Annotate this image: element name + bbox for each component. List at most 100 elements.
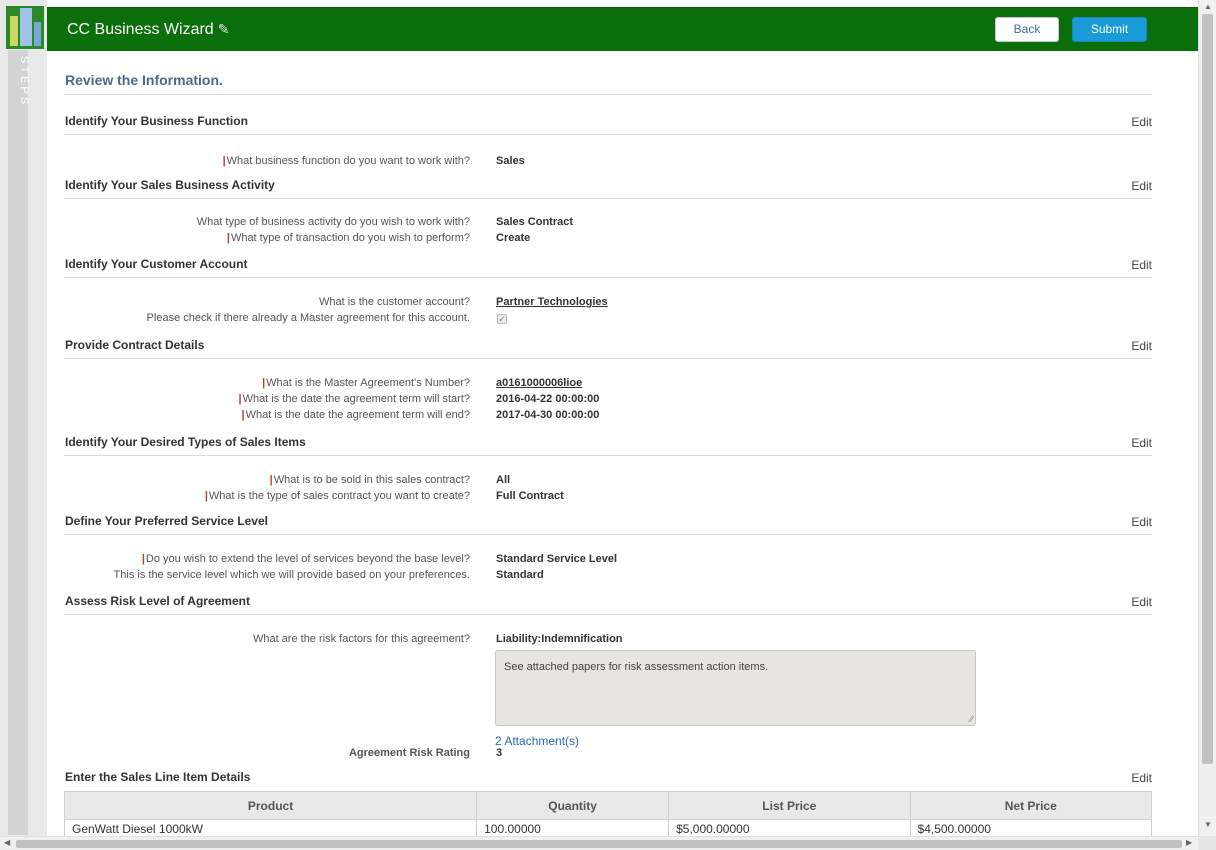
answer-value: Sales (496, 155, 525, 167)
question-label: What are the risk factors for this agree… (252, 633, 470, 645)
scroll-up-icon[interactable]: ▲ (1204, 2, 1212, 11)
answer-value: Standard Service Level (496, 553, 618, 565)
resize-grip-icon[interactable]: ∕∕ (970, 714, 973, 724)
section-sales-activity: Identify Your Sales Business Activity Ed… (64, 178, 1152, 248)
edit-link[interactable]: Edit (1131, 179, 1152, 193)
scrollbar-corner (1198, 836, 1216, 850)
section-title: Identify Your Business Function (65, 114, 248, 128)
answer-value: Liability:Indemnification (496, 633, 623, 645)
question-label: Please check if there already a Master a… (146, 312, 470, 324)
attachments-link[interactable]: 2 Attachment(s) (495, 734, 579, 748)
answer-value: 2017-04-30 00:00:00 (496, 409, 600, 421)
section-sales-items: Identify Your Desired Types of Sales Ite… (64, 435, 1152, 506)
edit-link[interactable]: Edit (1131, 339, 1152, 353)
divider (64, 94, 1152, 95)
review-row: This is the service level which we will … (64, 569, 1152, 585)
column-header: Net Price (909, 791, 1152, 820)
review-row: |What is to be sold in this sales contra… (64, 474, 1152, 490)
table-cell: $5,000.00000 (668, 819, 911, 836)
question-label: What type of business activity do you wi… (196, 216, 470, 228)
column-header: List Price (668, 791, 911, 820)
section-contract-details: Provide Contract Details Edit |What is t… (64, 338, 1152, 425)
question-label: |What is the type of sales contract you … (204, 490, 470, 502)
section-title: Identify Your Sales Business Activity (65, 178, 275, 192)
answer-value: Standard (496, 569, 544, 581)
table-cell: 100.00000 (476, 819, 670, 836)
review-row: What type of business activity do you wi… (64, 216, 1152, 232)
review-row: What is the customer account? Partner Te… (64, 296, 1152, 312)
review-content: Review the Information. Identify Your Bu… (64, 51, 1152, 836)
section-customer-account: Identify Your Customer Account Edit What… (64, 257, 1152, 328)
section-risk-level: Assess Risk Level of Agreement Edit What… (64, 594, 1152, 649)
edit-link[interactable]: Edit (1131, 515, 1152, 529)
review-row: |What type of transaction do you wish to… (64, 232, 1152, 248)
review-row: |What is the date the agreement term wil… (64, 409, 1152, 425)
section-service-level: Define Your Preferred Service Level Edit… (64, 514, 1152, 585)
submit-button[interactable]: Submit (1072, 17, 1147, 42)
edit-link[interactable]: Edit (1131, 595, 1152, 609)
section-title: Enter the Sales Line Item Details (65, 770, 251, 784)
app-title-text: CC Business Wizard (67, 21, 214, 38)
app-logo (6, 6, 44, 49)
edit-link[interactable]: Edit (1131, 258, 1152, 272)
section-line-items: Enter the Sales Line Item Details Edit (64, 770, 1152, 791)
question-label: |What is the date the agreement term wil… (241, 409, 470, 421)
table-cell: GenWatt Diesel 1000kW (64, 819, 478, 836)
pencil-icon[interactable]: ✎ (218, 21, 230, 38)
review-row: |What is the Master Agreement's Number? … (64, 377, 1152, 393)
question-label: What is the customer account? (318, 296, 470, 308)
steps-rail: STEPS (0, 0, 47, 850)
master-agreement-checkbox[interactable]: ✓ (497, 314, 507, 324)
scrollbar-thumb[interactable] (16, 840, 1182, 848)
review-row: |What is the date the agreement term wil… (64, 393, 1152, 409)
answer-value: Sales Contract (496, 216, 574, 228)
horizontal-scrollbar[interactable]: ◀ ▶ (0, 836, 1198, 850)
page-title: Review the Information. (65, 72, 223, 88)
table-header-row: Product Quantity List Price Net Price (64, 791, 1152, 820)
section-title: Define Your Preferred Service Level (65, 514, 268, 528)
question-label: |What is the date the agreement term wil… (238, 393, 470, 405)
scroll-right-icon[interactable]: ▶ (1186, 838, 1192, 847)
steps-tab[interactable] (8, 50, 28, 835)
scroll-left-icon[interactable]: ◀ (4, 838, 10, 847)
header-bar: CC Business Wizard ✎ Back Submit (47, 7, 1198, 51)
steps-label[interactable]: STEPS (6, 56, 30, 107)
risk-notes-text: See attached papers for risk assessment … (504, 661, 769, 673)
section-business-function: Identify Your Business Function Edit |Wh… (64, 114, 1152, 171)
section-title: Identify Your Customer Account (65, 257, 248, 271)
answer-value: Create (496, 232, 531, 244)
vertical-scrollbar[interactable]: ▲ ▼ (1198, 0, 1216, 836)
risk-rating-label: Agreement Risk Rating (348, 747, 470, 759)
master-agreement-link[interactable]: a0161000006lioe (496, 377, 582, 389)
answer-value: Full Contract (496, 490, 564, 502)
question-label: This is the service level which we will … (113, 569, 470, 581)
scrollbar-thumb[interactable] (1202, 14, 1213, 764)
review-row: Please check if there already a Master a… (64, 312, 1152, 328)
section-title: Assess Risk Level of Agreement (65, 594, 250, 608)
section-title: Provide Contract Details (65, 338, 205, 352)
review-row: |Do you wish to extend the level of serv… (64, 553, 1152, 569)
question-label: |What type of transaction do you wish to… (226, 232, 470, 244)
app-title: CC Business Wizard ✎ (67, 21, 229, 39)
line-items-table: Product Quantity List Price Net Price Ge… (64, 791, 1152, 836)
table-cell: $4,500.00000 (909, 819, 1152, 836)
column-header: Quantity (476, 791, 670, 820)
review-row: |What is the type of sales contract you … (64, 490, 1152, 506)
answer-value: 2016-04-22 00:00:00 (496, 393, 600, 405)
column-header: Product (64, 791, 478, 820)
risk-notes-textarea[interactable]: See attached papers for risk assessment … (495, 650, 976, 726)
question-label: |What is the Master Agreement's Number? (262, 377, 470, 389)
question-label: |What is to be sold in this sales contra… (269, 474, 470, 486)
table-row: GenWatt Diesel 1000kW 100.00000 $5,000.0… (64, 819, 1152, 836)
edit-link[interactable]: Edit (1131, 771, 1152, 785)
edit-link[interactable]: Edit (1131, 115, 1152, 129)
customer-account-link[interactable]: Partner Technologies (496, 296, 608, 308)
scroll-down-icon[interactable]: ▼ (1204, 820, 1212, 829)
answer-value: All (496, 474, 511, 486)
question-label: |Do you wish to extend the level of serv… (141, 553, 470, 565)
question-label: |What business function do you want to w… (222, 155, 470, 167)
review-row: What are the risk factors for this agree… (64, 633, 1152, 649)
review-row: |What business function do you want to w… (64, 155, 1152, 171)
edit-link[interactable]: Edit (1131, 436, 1152, 450)
back-button[interactable]: Back (995, 17, 1059, 42)
